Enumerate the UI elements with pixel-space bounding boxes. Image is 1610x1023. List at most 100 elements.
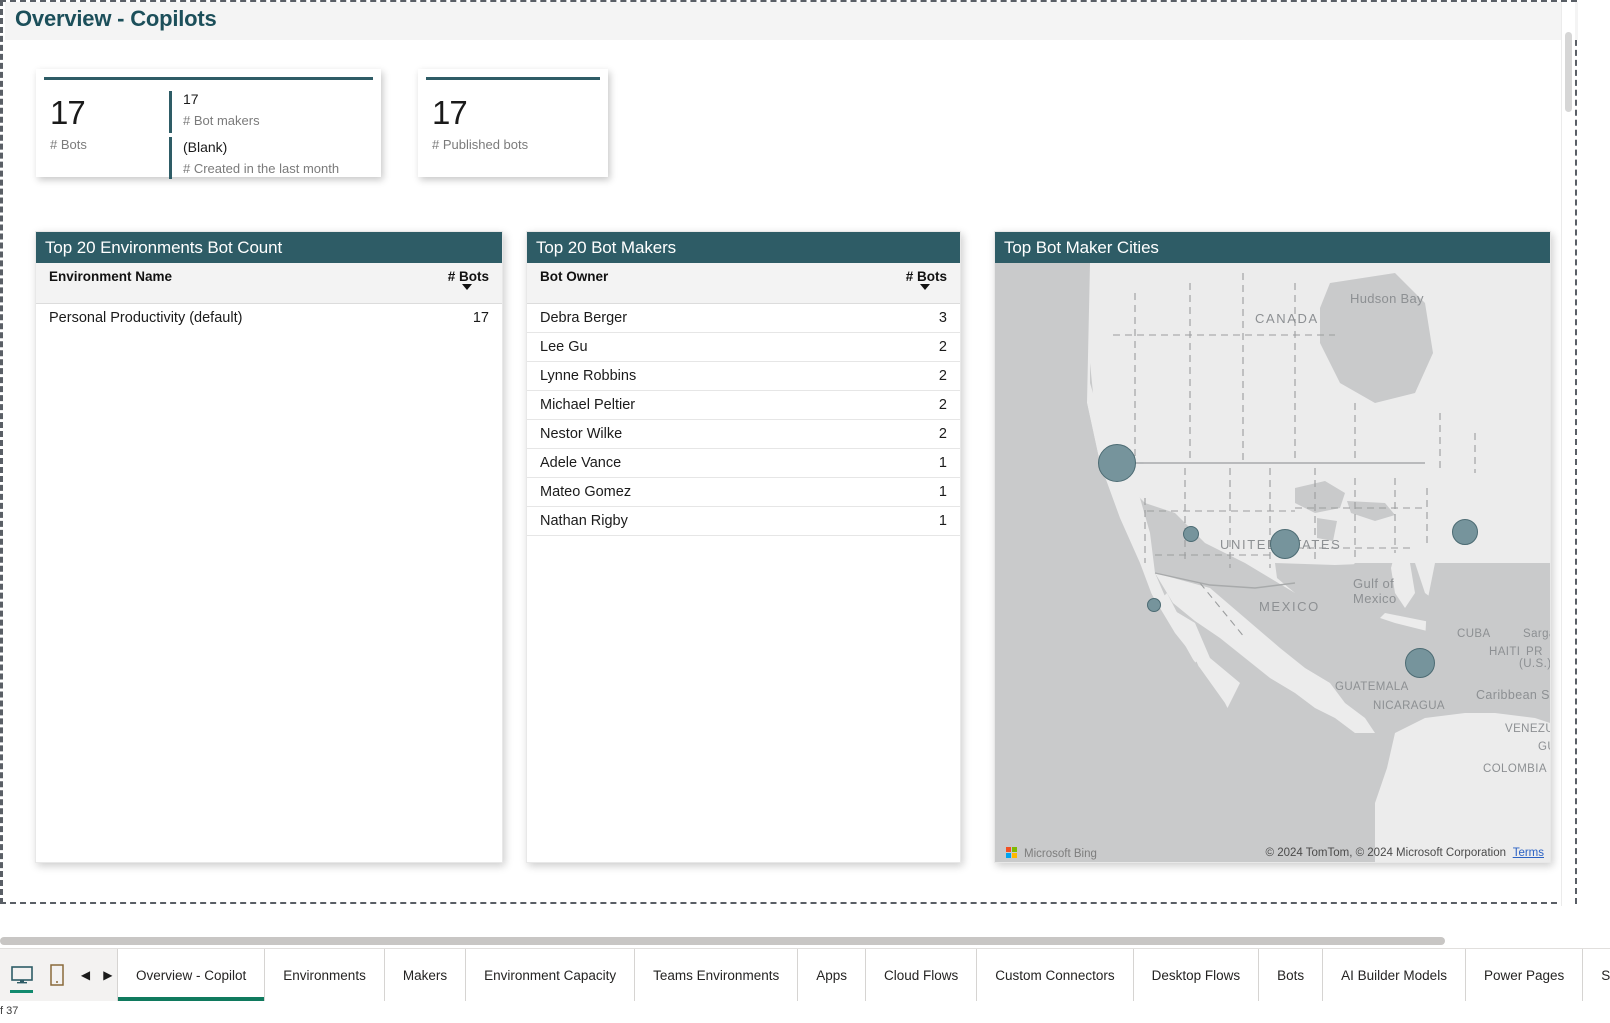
kpi-accent-bar (44, 77, 373, 80)
panel-top-environments: Top 20 Environments Bot Count Environmen… (35, 231, 503, 863)
table-row[interactable]: Nestor Wilke 2 (527, 419, 960, 449)
map-landmass (995, 263, 1550, 862)
map-bubble-denver[interactable] (1183, 526, 1199, 542)
kpi-bots-value: 17 (50, 94, 86, 131)
tab-label: Environment Capacity (484, 967, 617, 983)
microsoft-bing-attribution: Microsoft Bing (1006, 847, 1097, 860)
map-label-mexico: MEXICO (1259, 599, 1320, 614)
column-header-bots[interactable]: # Bots (381, 263, 502, 304)
tab-teams-environments[interactable]: Teams Environments (635, 949, 799, 1001)
map-label-venezuela: VENEZUELA (1505, 723, 1550, 735)
tab-label: Bots (1277, 967, 1305, 983)
monitor-icon (10, 966, 33, 984)
tab-label: Desktop Flows (1151, 967, 1241, 983)
map-label-pr: PR (1526, 646, 1543, 658)
tab-solutions[interactable]: Solutions (1583, 949, 1610, 1001)
column-header-bot-owner[interactable]: Bot Owner (527, 263, 847, 304)
panel-title-environments: Top 20 Environments Bot Count (36, 232, 502, 263)
next-page-button[interactable]: ▶ (99, 968, 117, 982)
microsoft-logo-icon (1006, 847, 1019, 860)
mobile-view-button[interactable] (41, 955, 72, 995)
column-header-environment-name[interactable]: Environment Name (36, 263, 381, 304)
cell-bot-owner: Lee Gu (527, 332, 847, 362)
cell-bot-owner: Nathan Rigby (527, 506, 847, 536)
map-bubble-dallas[interactable] (1270, 529, 1300, 559)
tab-label: Power Pages (1483, 967, 1565, 983)
kpi-card-bots[interactable]: 17 # Bots 17 # Bot makers (Blank) # Crea… (36, 69, 381, 179)
page-horizontal-scrollbar[interactable] (0, 936, 1545, 945)
table-header-row: Bot Owner # Bots (527, 263, 960, 304)
cell-bot-owner: Michael Peltier (527, 390, 847, 420)
tab-apps[interactable]: Apps (798, 949, 866, 1001)
tab-power-pages[interactable]: Power Pages (1465, 949, 1584, 1001)
previous-page-button[interactable]: ◀ (76, 968, 94, 982)
tab-environments[interactable]: Environments (265, 949, 385, 1001)
tab-environment-capacity[interactable]: Environment Capacity (466, 949, 636, 1001)
tab-desktop-flows[interactable]: Desktop Flows (1133, 949, 1260, 1001)
scrollbar-thumb[interactable] (0, 937, 1445, 945)
tab-cloud-flows[interactable]: Cloud Flows (866, 949, 978, 1001)
desktop-view-button[interactable] (6, 955, 37, 995)
column-header-bots[interactable]: # Bots (847, 263, 960, 304)
scrollbar-thumb[interactable] (1565, 32, 1572, 112)
cell-bot-owner: Debra Berger (527, 303, 847, 333)
table-row[interactable]: Mateo Gomez 1 (527, 477, 960, 507)
map-bubble-new-york[interactable] (1452, 519, 1478, 545)
table-row[interactable]: Personal Productivity (default) 17 (36, 304, 502, 333)
sort-descending-icon (920, 284, 930, 290)
cell-bots: 3 (847, 303, 960, 333)
copyright-attribution: © 2024 TomTom, © 2024 Microsoft Corporat… (1265, 847, 1506, 859)
report-canvas: Overview - Copilots 17 # Bots 17 # Bot m… (0, 0, 1578, 906)
canvas-vertical-scrollbar[interactable] (1561, 2, 1575, 906)
map-bubble-seattle[interactable] (1098, 444, 1136, 482)
map-label-nicaragua: NICARAGUA (1373, 700, 1445, 712)
table-row[interactable]: Lee Gu 2 (527, 332, 960, 362)
table-row[interactable]: Nathan Rigby 1 (527, 506, 960, 536)
tab-bots[interactable]: Bots (1259, 949, 1324, 1001)
tab-overview-copilot[interactable]: Overview - Copilot (118, 949, 266, 1001)
view-controls: ◀ ▶ (0, 949, 118, 1001)
kpi-botmakers-value: 17 (183, 91, 199, 107)
kpi-card-published-bots[interactable]: 17 # Published bots (418, 69, 608, 177)
map-label-pr-us: (U.S.) (1519, 658, 1550, 670)
tab-label: Makers (402, 967, 448, 983)
panel-top-bot-maker-cities: Top Bot Maker Cities Hudson Bay CANADA U… (994, 231, 1551, 863)
map-bubble-miami[interactable] (1405, 648, 1435, 678)
kpi-accent-bar (426, 77, 600, 80)
cell-bots: 1 (847, 506, 960, 536)
tab-label: Cloud Flows (884, 967, 959, 983)
map-label-guyana: GU (1538, 741, 1550, 753)
tab-ai-builder-models[interactable]: AI Builder Models (1323, 949, 1466, 1001)
table-row[interactable]: Michael Peltier 2 (527, 390, 960, 420)
cell-bot-owner: Lynne Robbins (527, 361, 847, 391)
map-label-canada: CANADA (1255, 311, 1319, 326)
cell-bots: 1 (847, 477, 960, 507)
tab-label: Environments (283, 967, 366, 983)
map-label-hudson-bay: Hudson Bay (1350, 291, 1424, 306)
table-row[interactable]: Lynne Robbins 2 (527, 361, 960, 391)
tab-makers[interactable]: Makers (384, 949, 467, 1001)
kpi-divider-2 (169, 137, 172, 179)
cell-bots: 17 (472, 310, 489, 326)
map-label-caribbean-sea: Caribbean Sea (1476, 688, 1550, 702)
tab-custom-connectors[interactable]: Custom Connectors (977, 949, 1134, 1001)
table-row[interactable]: Debra Berger 3 (527, 303, 960, 333)
page-title: Overview - Copilots (15, 6, 217, 31)
map-bubble-san-diego[interactable] (1147, 598, 1161, 612)
tab-label: Solutions (1601, 967, 1610, 983)
cell-environment-name: Personal Productivity (default) (49, 310, 243, 326)
map-label-mexico-gulf: Mexico (1353, 591, 1397, 606)
tab-label: Overview - Copilot (136, 967, 247, 983)
bing-label: Microsoft Bing (1024, 847, 1097, 860)
map-label-guatemala: GUATEMALA (1335, 681, 1409, 693)
cell-bots: 1 (847, 448, 960, 478)
map-visual[interactable]: Hudson Bay CANADA UNITED STATES MEXICO G… (995, 263, 1550, 862)
page-status-text: f 37 (0, 1005, 19, 1017)
kpi-published-label: # Published bots (432, 137, 529, 152)
terms-link[interactable]: Terms (1513, 847, 1544, 859)
map-attribution-bar: Microsoft Bing © 2024 TomTom, © 2024 Mic… (995, 840, 1550, 862)
cell-bot-owner: Nestor Wilke (527, 419, 847, 449)
kpi-bots-label: # Bots (50, 137, 87, 152)
kpi-published-value: 17 (432, 94, 468, 131)
table-row[interactable]: Adele Vance 1 (527, 448, 960, 478)
